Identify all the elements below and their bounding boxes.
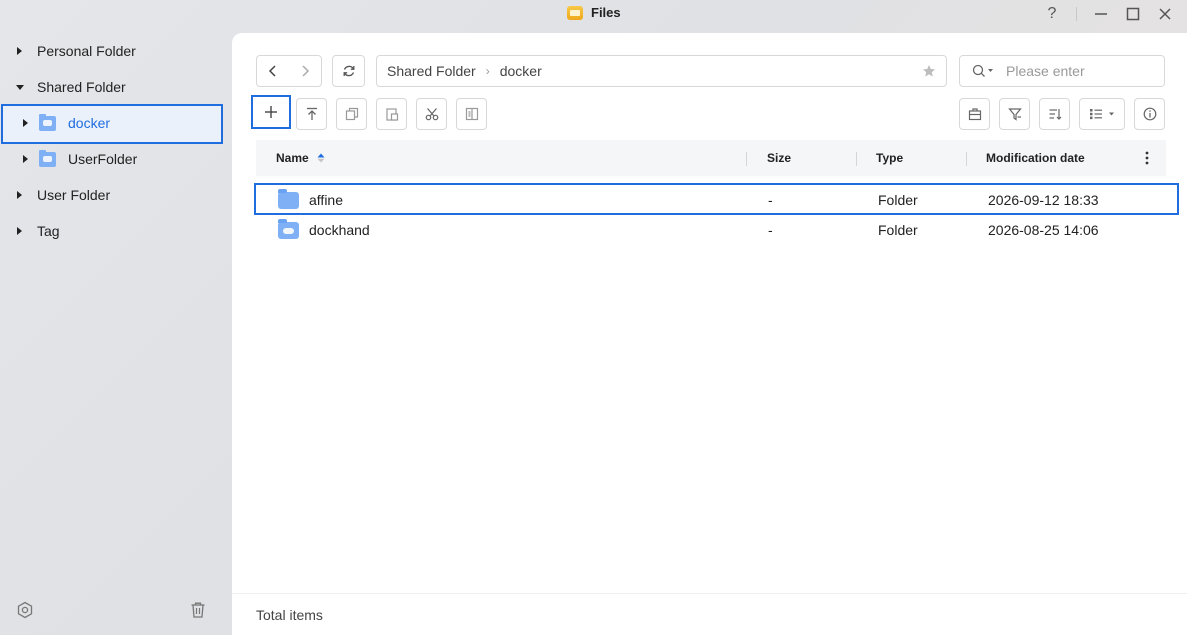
sidebar-item-label: User Folder bbox=[37, 187, 111, 203]
toolbox-button[interactable] bbox=[959, 98, 990, 130]
sidebar-item-personal-folder[interactable]: Personal Folder bbox=[17, 33, 136, 69]
main-panel: Shared Folder › docker Please enter Name… bbox=[232, 33, 1187, 635]
total-items-label: Total items bbox=[256, 606, 323, 623]
star-icon[interactable] bbox=[922, 64, 936, 81]
table-row[interactable]: affine - Folder 2026-09-12 18:33 bbox=[254, 183, 1179, 215]
filter-button[interactable] bbox=[999, 98, 1030, 130]
caret-right-icon[interactable] bbox=[17, 227, 22, 235]
sidebar-item-user-folder[interactable]: User Folder bbox=[17, 177, 110, 213]
caret-right-icon[interactable] bbox=[17, 47, 22, 55]
search-box[interactable] bbox=[959, 55, 1165, 87]
column-header-label: Name bbox=[276, 151, 309, 165]
table-row[interactable]: dockhand - Folder 2026-08-25 14:06 bbox=[256, 215, 1178, 245]
sidebar-item-label: Personal Folder bbox=[37, 43, 136, 59]
info-button[interactable] bbox=[1134, 98, 1165, 130]
breadcrumb-separator-icon: › bbox=[485, 64, 490, 78]
sidebar-item-docker[interactable]: docker bbox=[23, 105, 110, 141]
breadcrumb-docker[interactable]: docker bbox=[500, 63, 542, 79]
sort-ascending-icon[interactable] bbox=[317, 153, 325, 163]
file-modification-date: 2026-08-25 14:06 bbox=[988, 222, 1099, 238]
close-icon[interactable] bbox=[1154, 3, 1176, 25]
sidebar: Personal Folder Shared Folder docker Use… bbox=[0, 33, 232, 635]
add-button[interactable] bbox=[251, 95, 291, 129]
docker-folder-icon bbox=[39, 113, 56, 131]
breadcrumb-shared-folder[interactable]: Shared Folder bbox=[387, 63, 476, 79]
column-header-size[interactable]: Size bbox=[767, 140, 791, 176]
folder-icon bbox=[278, 188, 299, 209]
title-divider bbox=[1076, 7, 1077, 21]
minimize-icon[interactable] bbox=[1090, 3, 1112, 25]
status-bar: Total items bbox=[232, 593, 1187, 635]
caret-right-icon[interactable] bbox=[17, 191, 22, 199]
refresh-icon[interactable] bbox=[332, 55, 365, 87]
copy-button[interactable] bbox=[336, 98, 367, 130]
caret-right-icon[interactable] bbox=[23, 119, 28, 127]
paste-button[interactable] bbox=[376, 98, 407, 130]
caret-down-icon[interactable] bbox=[16, 84, 24, 90]
users-folder-icon bbox=[39, 149, 56, 167]
table-header: Name Size Type Modification date bbox=[256, 140, 1166, 176]
search-icon[interactable] bbox=[972, 64, 994, 78]
upload-button[interactable] bbox=[296, 98, 327, 130]
chevron-right-icon[interactable] bbox=[289, 56, 321, 86]
sort-button[interactable] bbox=[1039, 98, 1070, 130]
file-size: - bbox=[768, 222, 773, 238]
file-name[interactable]: dockhand bbox=[309, 215, 370, 245]
title-wrap: Files bbox=[567, 5, 621, 20]
file-modification-date: 2026-09-12 18:33 bbox=[988, 192, 1099, 208]
column-header-type[interactable]: Type bbox=[876, 140, 903, 176]
chevron-left-icon[interactable] bbox=[257, 56, 289, 86]
column-header-name[interactable]: Name bbox=[276, 140, 325, 176]
sidebar-item-label: UserFolder bbox=[68, 151, 138, 167]
sidebar-item-tag[interactable]: Tag bbox=[17, 213, 60, 249]
caret-right-icon[interactable] bbox=[23, 155, 28, 163]
address-bar[interactable]: Shared Folder › docker bbox=[376, 55, 947, 87]
file-name[interactable]: affine bbox=[309, 185, 343, 215]
file-type: Folder bbox=[878, 222, 918, 238]
view-mode-button[interactable] bbox=[1079, 98, 1125, 130]
sidebar-item-label: Shared Folder bbox=[37, 79, 126, 95]
column-divider[interactable] bbox=[856, 152, 857, 166]
trash-icon[interactable] bbox=[189, 601, 207, 619]
docker-folder-icon bbox=[278, 218, 299, 239]
file-type: Folder bbox=[878, 192, 918, 208]
column-divider[interactable] bbox=[746, 152, 747, 166]
search-input[interactable] bbox=[1006, 63, 1146, 79]
column-header-modification-date[interactable]: Modification date bbox=[986, 140, 1085, 176]
docker-folder-icon bbox=[278, 215, 299, 245]
sidebar-item-userfolder[interactable]: UserFolder bbox=[23, 141, 137, 177]
window-title: Files bbox=[591, 5, 621, 20]
settings-icon[interactable] bbox=[16, 601, 34, 619]
cut-button[interactable] bbox=[416, 98, 447, 130]
nav-button-group bbox=[256, 55, 322, 87]
sidebar-item-shared-folder[interactable]: Shared Folder bbox=[16, 69, 126, 105]
file-size: - bbox=[768, 192, 773, 208]
maximize-icon[interactable] bbox=[1122, 3, 1144, 25]
sidebar-item-label: docker bbox=[68, 115, 111, 131]
column-options-icon[interactable] bbox=[1145, 140, 1149, 176]
title-bar: Files ? bbox=[0, 0, 1187, 28]
column-divider[interactable] bbox=[966, 152, 967, 166]
files-app-icon bbox=[567, 5, 583, 20]
help-icon[interactable]: ? bbox=[1041, 3, 1063, 25]
folder-icon bbox=[278, 185, 299, 215]
move-button[interactable] bbox=[456, 98, 487, 130]
sidebar-item-label: Tag bbox=[37, 223, 60, 239]
